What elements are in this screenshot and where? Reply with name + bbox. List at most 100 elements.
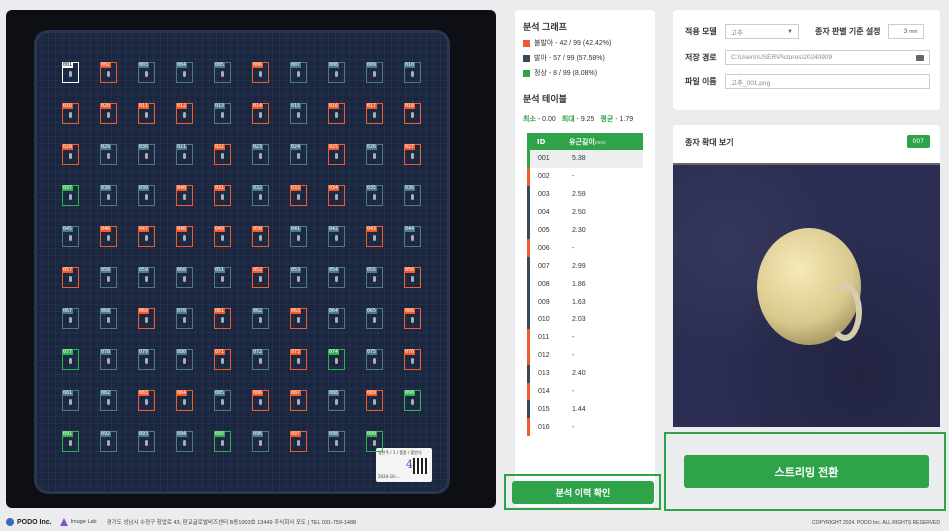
seed-cell[interactable]: 035 — [366, 185, 383, 206]
seed-cell[interactable]: 087 — [290, 390, 307, 411]
seed-cell[interactable]: 023 — [252, 144, 269, 165]
seed-cell[interactable]: 051 — [214, 267, 231, 288]
seed-cell[interactable]: 017 — [366, 103, 383, 124]
seed-cell[interactable]: 066 — [404, 308, 421, 329]
seed-cell[interactable]: 097 — [290, 431, 307, 452]
seed-cell[interactable]: 059 — [138, 267, 155, 288]
seed-cell[interactable]: 098 — [328, 431, 345, 452]
seed-cell[interactable]: 055 — [366, 267, 383, 288]
seed-cell[interactable]: 077 — [62, 349, 79, 370]
seed-cell[interactable]: 047 — [138, 226, 155, 247]
seed-cell[interactable]: 069 — [138, 308, 155, 329]
table-row[interactable]: 007 2.99 — [527, 257, 643, 276]
seed-cell[interactable]: 026 — [366, 144, 383, 165]
table-row[interactable]: 004 2.50 — [527, 203, 643, 222]
seed-cell[interactable]: 014 — [252, 103, 269, 124]
seed-cell[interactable]: 044 — [404, 226, 421, 247]
seed-cell[interactable]: 063 — [290, 308, 307, 329]
seed-cell[interactable]: 070 — [176, 308, 193, 329]
seed-cell[interactable]: 079 — [138, 349, 155, 370]
seed-cell[interactable]: 028 — [62, 144, 79, 165]
seed-cell[interactable]: 076 — [404, 349, 421, 370]
seed-cell[interactable]: 088 — [328, 390, 345, 411]
seed-cell[interactable]: 032 — [252, 185, 269, 206]
seed-cell[interactable]: 061 — [214, 308, 231, 329]
seed-cell[interactable]: 021 — [176, 144, 193, 165]
seed-cell[interactable]: 074 — [328, 349, 345, 370]
table-row[interactable]: 011 - — [527, 328, 643, 347]
history-button[interactable]: 분석 이력 확인 — [512, 481, 654, 504]
seed-cell[interactable]: 004 — [176, 62, 193, 83]
seed-cell[interactable]: 041 — [290, 226, 307, 247]
table-row[interactable]: 016 - — [527, 418, 643, 437]
seed-cell[interactable]: 065 — [366, 308, 383, 329]
seed-cell[interactable]: 086 — [252, 390, 269, 411]
seed-cell[interactable]: 040 — [176, 185, 193, 206]
seed-cell[interactable]: 038 — [100, 185, 117, 206]
table-row[interactable]: 014 - — [527, 382, 643, 401]
seed-cell[interactable]: 071 — [214, 349, 231, 370]
seed-cell[interactable]: 039 — [138, 185, 155, 206]
seed-cell[interactable]: 049 — [214, 226, 231, 247]
seed-cell[interactable]: 025 — [328, 144, 345, 165]
table-row[interactable]: 013 2.40 — [527, 364, 643, 383]
seed-cell[interactable]: 022 — [214, 144, 231, 165]
table-row[interactable]: 008 1.86 — [527, 275, 643, 294]
seed-cell[interactable]: 018 — [404, 103, 421, 124]
seed-cell[interactable]: 064 — [328, 308, 345, 329]
seed-cell[interactable]: 048 — [176, 226, 193, 247]
seed-cell[interactable]: 089 — [366, 390, 383, 411]
seed-cell[interactable]: 042 — [328, 226, 345, 247]
seed-cell[interactable]: 085 — [214, 390, 231, 411]
seed-cell[interactable]: 083 — [138, 390, 155, 411]
path-input[interactable]: C:\Users\USER\Pictures\20240909 — [725, 50, 930, 65]
seed-cell[interactable]: 094 — [176, 431, 193, 452]
seed-cell[interactable]: 073 — [290, 349, 307, 370]
seed-cell[interactable]: 001 — [62, 62, 79, 83]
seed-cell[interactable]: 057 — [62, 267, 79, 288]
table-row[interactable]: 006 - — [527, 239, 643, 258]
seed-cell[interactable]: 008 — [328, 62, 345, 83]
seed-cell[interactable]: 072 — [252, 349, 269, 370]
table-row[interactable]: 001 5.38 — [527, 150, 643, 168]
seed-cell[interactable]: 043 — [366, 226, 383, 247]
seed-cell[interactable]: 090 — [404, 390, 421, 411]
seed-cell[interactable]: 034 — [328, 185, 345, 206]
seed-cell[interactable]: 091 — [62, 431, 79, 452]
seed-cell[interactable]: 046 — [100, 226, 117, 247]
seed-cell[interactable]: 027 — [404, 144, 421, 165]
seed-cell[interactable]: 002 — [100, 62, 117, 83]
seed-cell[interactable]: 037 — [62, 185, 79, 206]
table-body[interactable]: 001 5.38 002 - 003 2.59 004 2.50 005 2.30 006 - 007 2… — [527, 150, 643, 437]
seed-cell[interactable]: 075 — [366, 349, 383, 370]
stream-button[interactable]: 스트리밍 전환 — [684, 455, 929, 488]
seed-cell[interactable]: 029 — [100, 144, 117, 165]
seed-cell[interactable]: 036 — [404, 185, 421, 206]
seed-cell[interactable]: 013 — [214, 103, 231, 124]
seed-cell[interactable]: 016 — [328, 103, 345, 124]
seed-cell[interactable]: 009 — [366, 62, 383, 83]
table-row[interactable]: 015 1.44 — [527, 400, 643, 419]
seed-cell[interactable]: 005 — [214, 62, 231, 83]
table-row[interactable]: 009 1.63 — [527, 293, 643, 312]
seed-cell[interactable]: 045 — [62, 226, 79, 247]
seed-cell[interactable]: 060 — [176, 267, 193, 288]
seed-cell[interactable]: 054 — [328, 267, 345, 288]
seed-cell[interactable]: 096 — [252, 431, 269, 452]
seed-cell[interactable]: 058 — [100, 267, 117, 288]
table-row[interactable]: 003 2.59 — [527, 185, 643, 204]
seed-cell[interactable]: 062 — [252, 308, 269, 329]
criteria-input[interactable]: 3 mm — [887, 24, 924, 39]
seed-cell[interactable]: 056 — [404, 267, 421, 288]
seed-cell[interactable]: 068 — [100, 308, 117, 329]
seed-cell[interactable]: 030 — [138, 144, 155, 165]
seed-cell[interactable]: 024 — [290, 144, 307, 165]
seed-cell[interactable]: 016 — [62, 103, 79, 124]
table-row[interactable]: 002 - — [527, 167, 643, 186]
seed-cell[interactable]: 033 — [290, 185, 307, 206]
seed-cell[interactable]: 053 — [290, 267, 307, 288]
seed-cell[interactable]: 082 — [100, 390, 117, 411]
seed-cell[interactable]: 012 — [176, 103, 193, 124]
table-row[interactable]: 005 2.30 — [527, 221, 643, 240]
seed-cell[interactable]: 092 — [100, 431, 117, 452]
